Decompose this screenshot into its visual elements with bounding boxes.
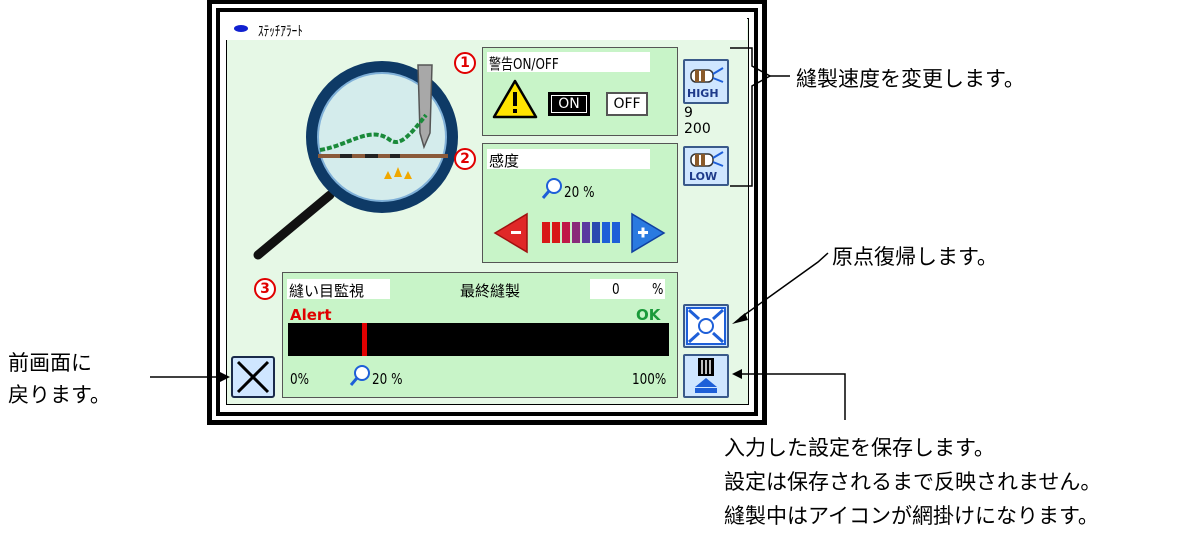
annotation-save-line2: 設定は保存されるまで反映されません。 [724, 470, 1102, 494]
annotation-back-line2: 戻ります。 [8, 383, 111, 407]
annotation-back-line1: 前画面に [8, 351, 92, 375]
annotation-save-line3: 縫製中はアイコンが網掛けになります。 [724, 504, 1099, 528]
annotation-speed: 縫製速度を変更します。 [796, 67, 1025, 91]
annotation-origin: 原点復帰します。 [832, 245, 998, 269]
annotation-save-line1: 入力した設定を保存します。 [724, 436, 995, 460]
